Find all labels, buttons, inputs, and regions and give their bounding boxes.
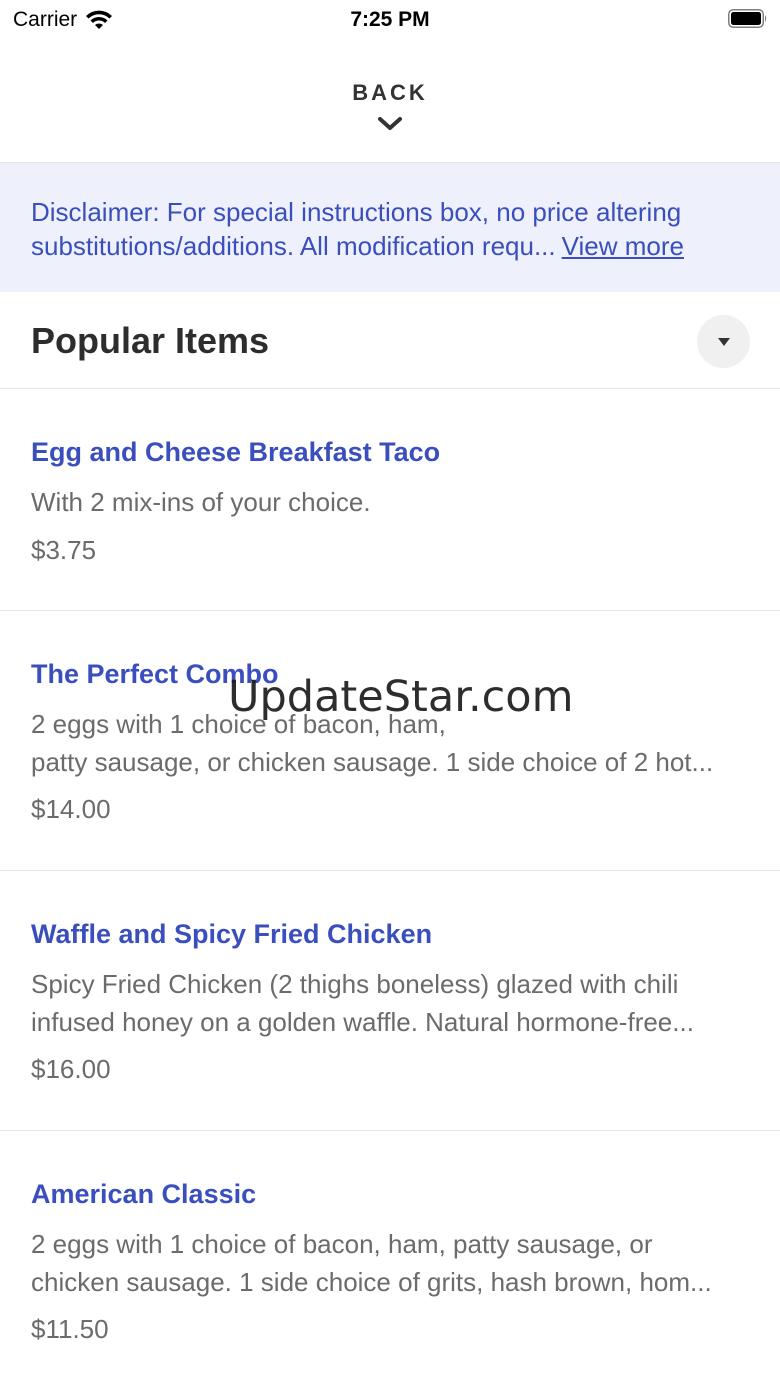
item-description: Spicy Fried Chicken (2 thighs boneless) … — [31, 965, 746, 1041]
item-description: With 2 mix-ins of your choice. — [31, 483, 746, 521]
back-button[interactable]: BACK — [0, 80, 780, 106]
item-description-line: infused honey on a golden waffle. Natura… — [31, 1007, 694, 1037]
item-price: $16.00 — [31, 1054, 111, 1084]
item-description-line: chicken sausage. 1 side choice of grits,… — [31, 1267, 712, 1297]
item-description-line: patty sausage, or chicken sausage. 1 sid… — [31, 747, 714, 777]
back-header: BACK — [0, 40, 780, 163]
item-price: $14.00 — [31, 794, 111, 824]
status-time: 7:25 PM — [350, 8, 430, 31]
item-name: American Classic — [31, 1179, 257, 1209]
view-more-link[interactable]: View more — [562, 229, 684, 263]
item-description-line: 2 eggs with 1 choice of bacon, ham, — [31, 709, 446, 739]
section-collapse-button[interactable] — [697, 315, 750, 368]
item-name: Egg and Cheese Breakfast Taco — [31, 437, 441, 467]
item-name: Waffle and Spicy Fried Chicken — [31, 919, 433, 949]
item-description: 2 eggs with 1 choice of bacon, ham, patt… — [31, 705, 746, 781]
disclaimer-text: Disclaimer: For special instructions box… — [31, 195, 750, 263]
menu-item-list: Egg and Cheese Breakfast Taco With 2 mix… — [0, 389, 780, 1387]
menu-item[interactable]: Egg and Cheese Breakfast Taco With 2 mix… — [0, 389, 780, 611]
caret-down-icon — [717, 337, 730, 346]
item-price: $3.75 — [31, 535, 97, 565]
item-description-line: With 2 mix-ins of your choice. — [31, 487, 371, 517]
chevron-down-icon[interactable] — [377, 116, 403, 132]
menu-item[interactable]: The Perfect Combo 2 eggs with 1 choice o… — [0, 611, 780, 871]
item-description: 2 eggs with 1 choice of bacon, ham, patt… — [31, 1225, 746, 1301]
item-price: $11.50 — [31, 1314, 109, 1344]
status-bar: Carrier 7:25 PM — [0, 0, 780, 40]
section-title: Popular Items — [31, 320, 270, 361]
menu-item[interactable]: Waffle and Spicy Fried Chicken Spicy Fri… — [0, 871, 780, 1131]
item-description-line: Spicy Fried Chicken (2 thighs boneless) … — [31, 969, 679, 999]
disclaimer-banner: Disclaimer: For special instructions box… — [0, 163, 780, 292]
disclaimer-line-1: Disclaimer: For special instructions box… — [31, 197, 682, 227]
section-header-popular: Popular Items — [0, 292, 780, 389]
menu-item[interactable]: American Classic 2 eggs with 1 choice of… — [0, 1131, 780, 1387]
item-name: The Perfect Combo — [31, 659, 279, 689]
disclaimer-line-2: substitutions/additions. All modificatio… — [31, 231, 556, 261]
battery-icon — [728, 9, 767, 28]
item-description-line: 2 eggs with 1 choice of bacon, ham, patt… — [31, 1229, 653, 1259]
